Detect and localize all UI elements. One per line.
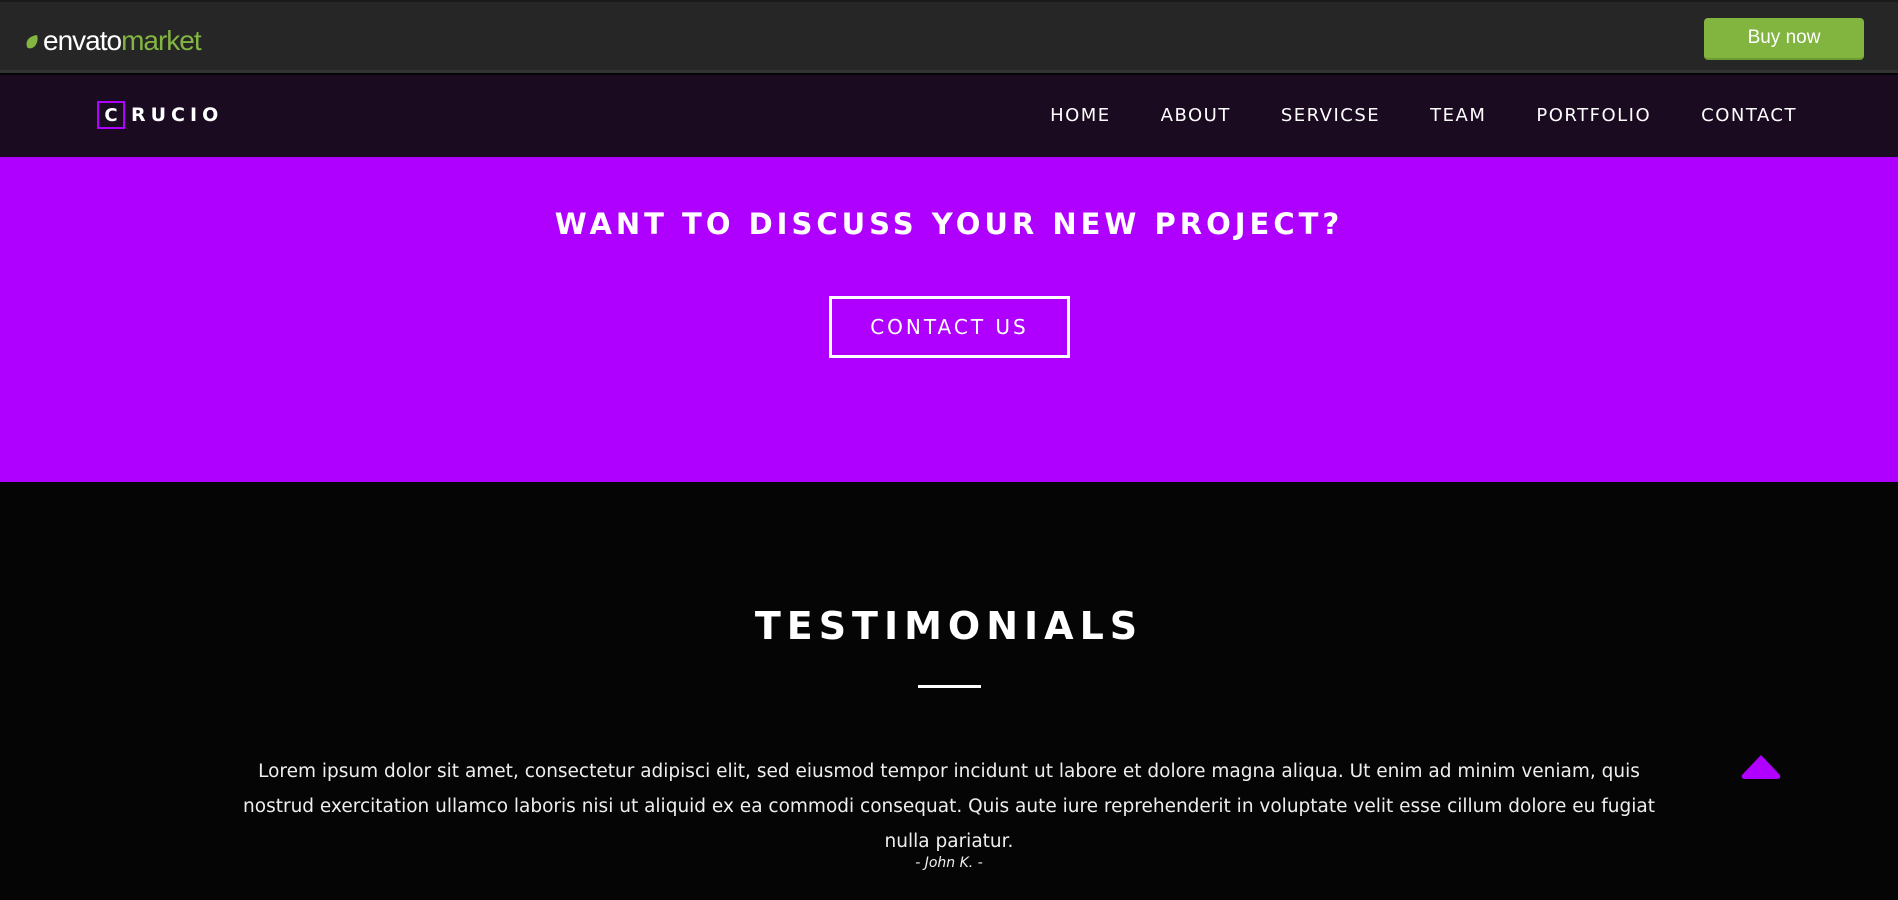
nav-link-services[interactable]: SERVICSE <box>1281 105 1380 126</box>
title-divider <box>918 685 981 688</box>
nav-link-portfolio[interactable]: PORTFOLIO <box>1536 105 1651 126</box>
brand-name: RUCIO <box>131 104 224 126</box>
testimonials-title: TESTIMONIALS <box>754 604 1144 648</box>
envato-preview-bar: envato market Buy now <box>0 0 1898 73</box>
main-menu: HOME ABOUT SERVICSE TEAM PORTFOLIO CONTA… <box>1050 105 1797 126</box>
nav-link-team[interactable]: TEAM <box>1430 105 1486 126</box>
nav-link-about[interactable]: ABOUT <box>1161 105 1231 126</box>
contact-us-button[interactable]: CONTACT US <box>829 296 1070 358</box>
site-navbar: C RUCIO HOME ABOUT SERVICSE TEAM PORTFOL… <box>0 75 1898 157</box>
testimonial-quote: Lorem ipsum dolor sit amet, consectetur … <box>243 761 1655 852</box>
buy-now-button[interactable]: Buy now <box>1704 18 1864 60</box>
testimonials-section: TESTIMONIALS Lorem ipsum dolor sit amet,… <box>0 482 1898 900</box>
nav-link-home[interactable]: HOME <box>1050 105 1111 126</box>
nav-link-contact[interactable]: CONTACT <box>1701 105 1797 126</box>
brand-logo[interactable]: C RUCIO <box>97 101 223 129</box>
envato-market-logo[interactable]: envato market <box>24 25 202 56</box>
brand-initial: C <box>97 101 125 129</box>
arrow-up-icon[interactable] <box>1740 753 1782 783</box>
cta-section: WANT TO DISCUSS YOUR NEW PROJECT? CONTAC… <box>0 157 1898 482</box>
leaf-icon <box>26 35 38 49</box>
cta-title: WANT TO DISCUSS YOUR NEW PROJECT? <box>554 207 1344 241</box>
testimonial-author: - John K. - <box>915 855 983 871</box>
envato-wordmark: envato <box>43 25 122 56</box>
market-wordmark: market <box>121 25 202 56</box>
